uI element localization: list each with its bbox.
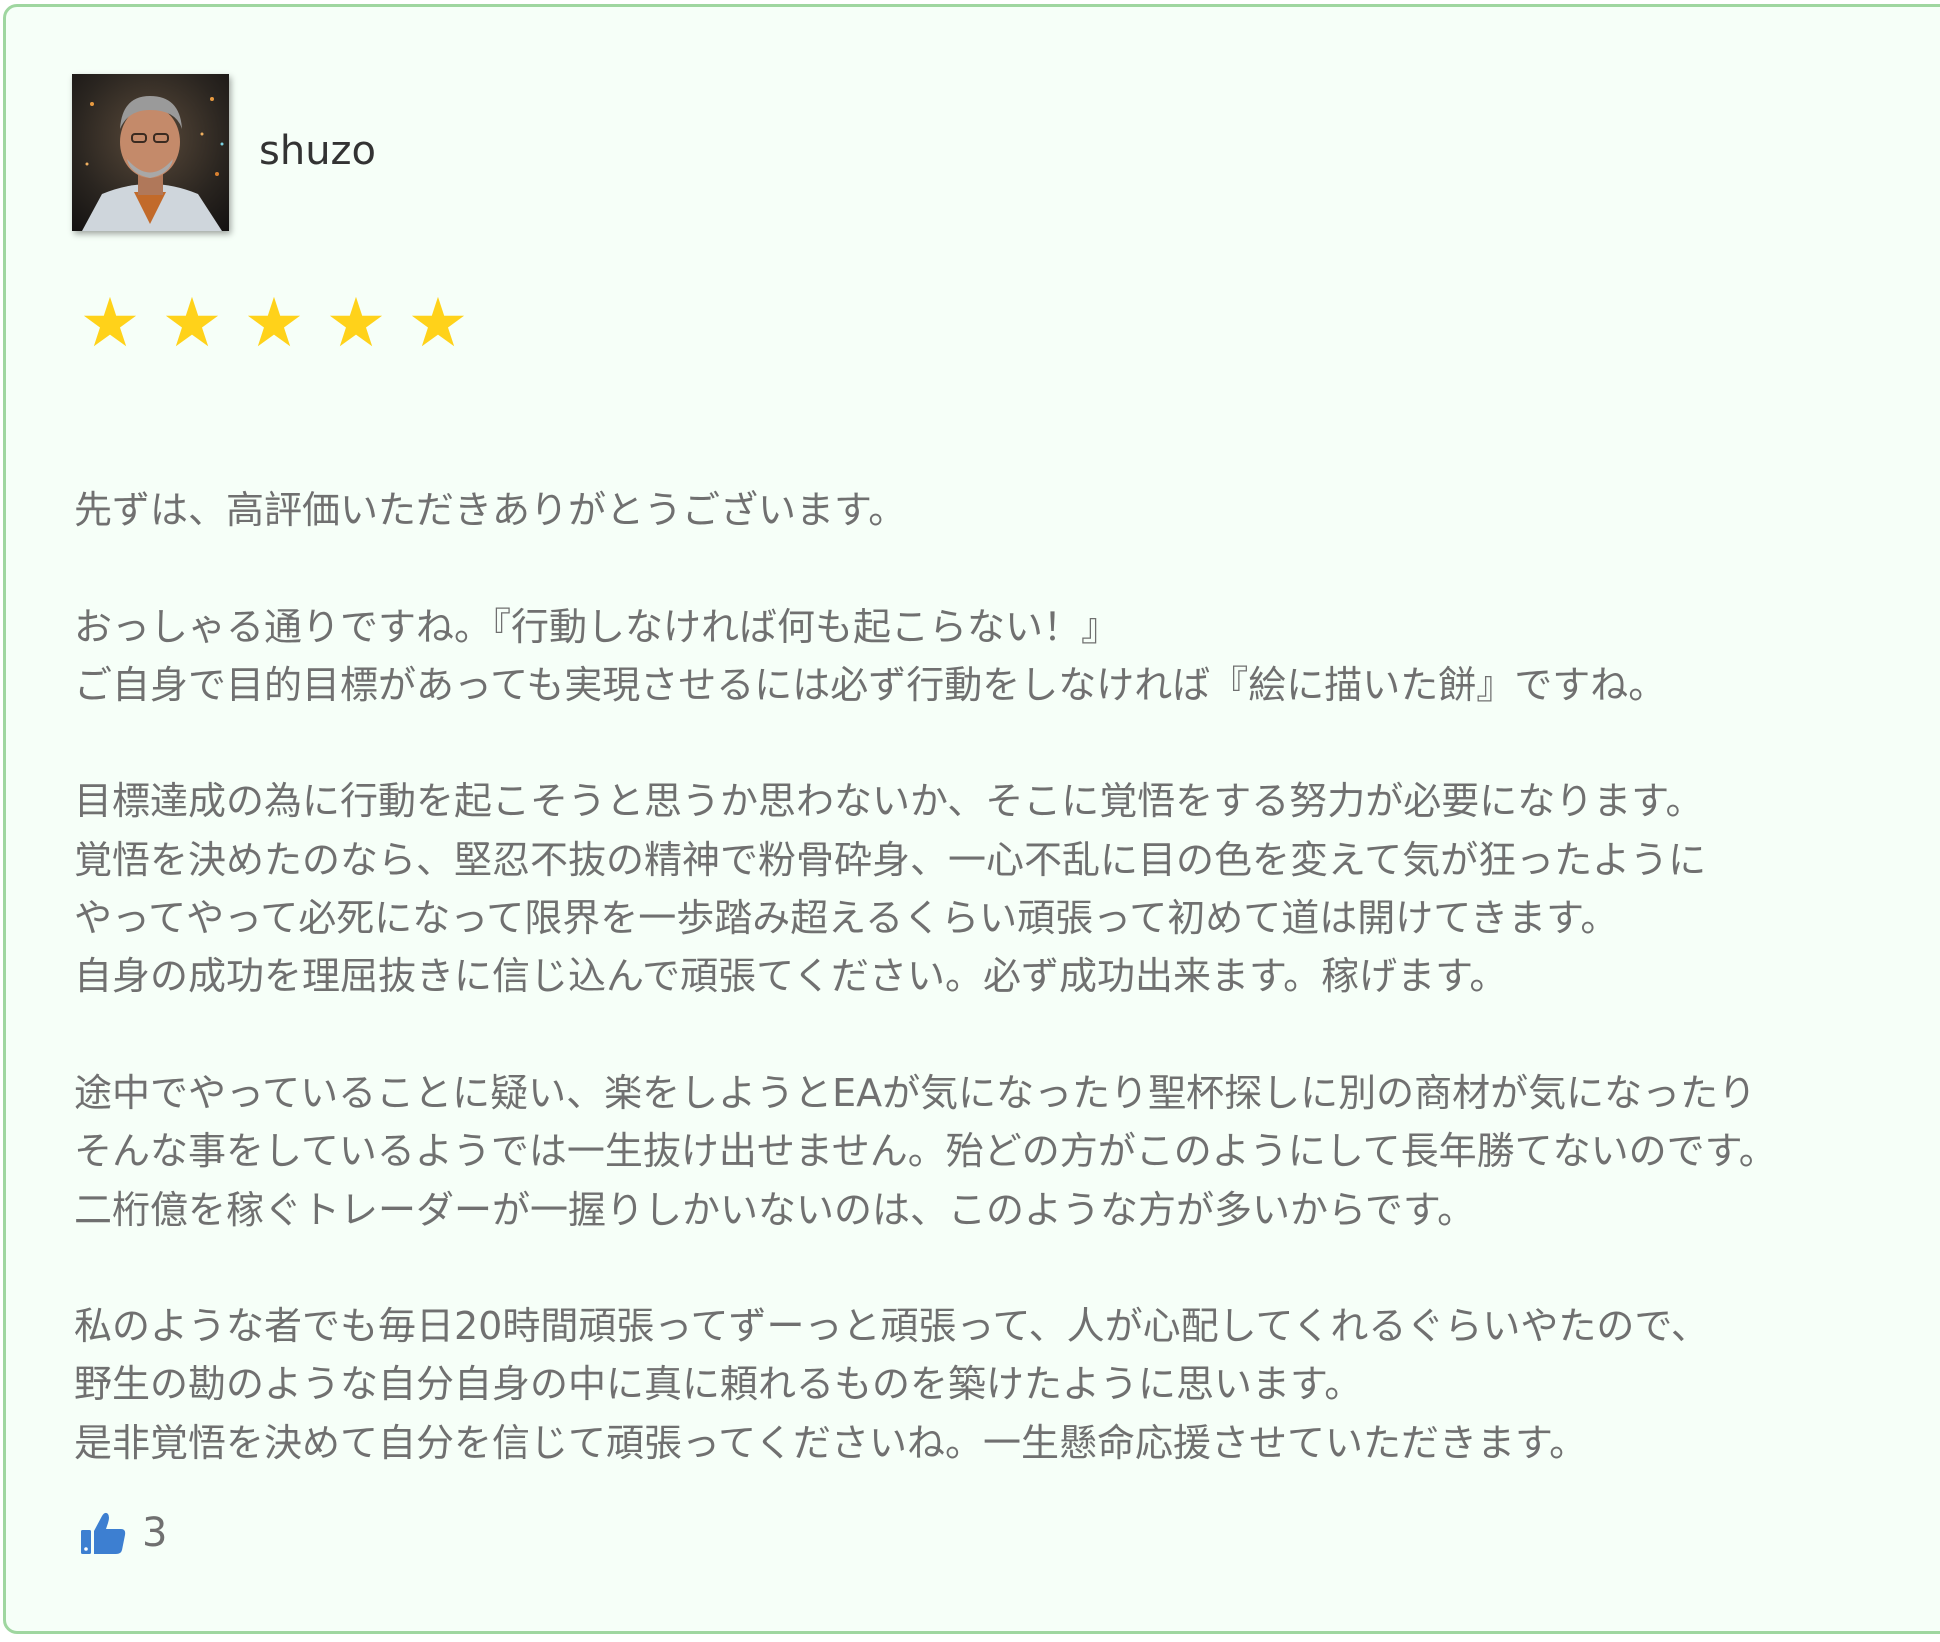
text-line: ご自身で目的目標があっても実現させるには必ず行動をしなければ『絵に描いた餅』です…: [74, 662, 1667, 707]
text-line: 覚悟を決めたのなら、堅忍不抜の精神で粉骨砕身、一心不乱に目の色を変えて気が狂った…: [74, 837, 1707, 882]
avatar[interactable]: [72, 74, 229, 231]
paragraph: おっしゃる通りですね。『行動しなければ何も起こらない！』ご自身で目的目標があって…: [74, 598, 1914, 715]
text-line: 先ずは、高評価いただきありがとうございます。: [74, 488, 907, 532]
paragraph: 私のような者でも毎日20時間頑張ってずーっと頑張って、人が心配してくれるぐらいや…: [74, 1297, 1914, 1472]
star-rating: ★ ★ ★ ★ ★: [76, 289, 472, 359]
text-line: 目標達成の為に行動を起こそうと思うか思わないか、そこに覚悟をする努力が必要になり…: [74, 779, 1704, 824]
text-line: 私のような者でも毎日20時間頑張ってずーっと頑張って、人が心配してくれるぐらいや…: [74, 1304, 1709, 1349]
text-line: 自身の成功を理屈抜きに信じ込んで頑張てください。必ず成功出来ます。稼げます。: [74, 954, 1508, 999]
text-line: おっしゃる通りですね。『行動しなければ何も起こらない！』: [74, 604, 1120, 649]
avatar-image: [72, 74, 229, 231]
paragraph: 途中でやっていることに疑い、楽をしようとEAが気になったり聖杯探しに別の商材が気…: [74, 1064, 1914, 1239]
text-line: やってやって必死になって限界を一歩踏み超えるくらい頑張って初めて道は開けてきます…: [74, 896, 1619, 941]
paragraph: 目標達成の為に行動を起こそうと思うか思わないか、そこに覚悟をする努力が必要になり…: [74, 772, 1914, 1005]
star-icon: ★: [161, 284, 223, 363]
review-reply-text: 先ずは、高評価いただきありがとうございます。おっしゃる通りですね。『行動しなけれ…: [74, 481, 1914, 1472]
star-icon: ★: [325, 284, 387, 363]
like-button[interactable]: 3: [78, 1505, 167, 1561]
text-line: 是非覚悟を決めて自分を信じて頑張ってくださいね。一生懸命応援させていただきます。: [74, 1420, 1588, 1465]
username[interactable]: shuzo: [259, 123, 376, 179]
text-line: 二桁億を稼ぐトレーダーが一握りしかいないのは、このような方が多いからです。: [74, 1187, 1476, 1232]
text-line: 野生の勘のような自分自身の中に真に頼れるものを築けたように思います。: [74, 1362, 1363, 1407]
review-card: shuzo ★ ★ ★ ★ ★ 先ずは、高評価いただきありがとうございます。 おっしゃる通…: [3, 4, 1940, 1634]
star-icon: ★: [243, 284, 305, 363]
thumbs-up-icon: [81, 1512, 126, 1554]
text-line: 途中でやっていることに疑い、楽をしようとEAが気になったり聖杯探しに別の商材が気…: [74, 1070, 1757, 1115]
text-line: そんな事をしているようでは一生抜け出せません。殆どの方がこのようにして長年勝てな…: [74, 1129, 1777, 1174]
star-icon: ★: [79, 284, 141, 363]
like-count: 3: [142, 1510, 168, 1556]
paragraph: 先ずは、高評価いただきありがとうございます。: [74, 481, 1914, 539]
star-icon: ★: [407, 284, 469, 363]
